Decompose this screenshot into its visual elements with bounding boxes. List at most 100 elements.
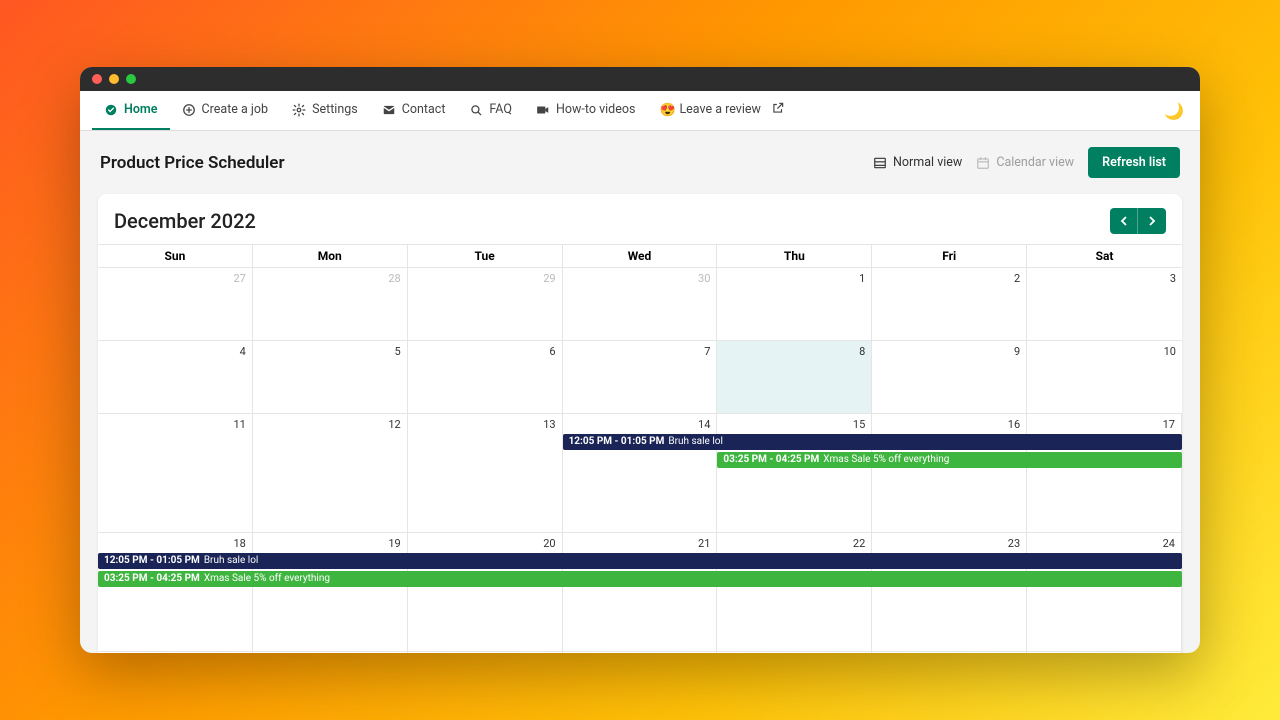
calendar-view-toggle[interactable]: Calendar view xyxy=(976,155,1074,170)
calendar-day[interactable]: 28 xyxy=(563,652,718,653)
list-icon xyxy=(873,156,887,170)
calendar-day[interactable]: 7 xyxy=(563,341,718,413)
event-time: 03:25 PM - 04:25 PM xyxy=(104,573,200,584)
dow-label: Wed xyxy=(563,245,718,268)
dow-label: Mon xyxy=(253,245,408,268)
calendar-week: 45678910 xyxy=(98,341,1182,414)
calendar-day[interactable]: 21 xyxy=(563,533,718,651)
plus-icon xyxy=(182,103,196,117)
calendar-day[interactable]: 3 xyxy=(1027,268,1182,340)
dow-label: Sat xyxy=(1027,245,1182,268)
external-link-icon xyxy=(771,101,785,119)
nav-tab-settings[interactable]: Settings xyxy=(280,91,370,130)
calendar-day[interactable]: 22 xyxy=(717,533,872,651)
nav-tab-how-to-videos[interactable]: How-to videos xyxy=(524,91,647,130)
calendar-day[interactable]: 30 xyxy=(872,652,1027,653)
nav-tab-faq[interactable]: FAQ xyxy=(457,91,524,130)
calendar-week: 27282930123 xyxy=(98,268,1182,341)
event-title: Xmas Sale 5% off everything xyxy=(204,573,330,584)
calendar-day[interactable]: 2 xyxy=(872,268,1027,340)
nav-tab-home[interactable]: Home xyxy=(92,91,170,130)
calendar-day[interactable]: 12 xyxy=(253,414,408,532)
next-month-button[interactable] xyxy=(1138,208,1166,234)
video-icon xyxy=(536,103,550,117)
calendar-day[interactable]: 25 xyxy=(98,652,253,653)
calendar-week: 1112131415161712:05 PM - 01:05 PMBruh sa… xyxy=(98,414,1182,533)
calendar-day[interactable]: 1 xyxy=(717,268,872,340)
event-title: Xmas Sale 5% off everything xyxy=(823,454,949,465)
calendar-day[interactable]: 13 xyxy=(408,414,563,532)
calendar-event[interactable]: 03:25 PM - 04:25 PM Xmas Sale 5% off ever… xyxy=(98,571,1182,587)
header-actions: Normal view Calendar view Refresh list xyxy=(873,147,1180,178)
calendar-day[interactable]: 17 xyxy=(1027,414,1182,532)
refresh-button[interactable]: Refresh list xyxy=(1088,147,1180,178)
calendar-event[interactable]: 12:05 PM - 01:05 PMBruh sale lol xyxy=(563,434,1182,450)
calendar-card: December 2022 SunMonTueWedThuFriSat 2728… xyxy=(98,194,1182,653)
month-nav xyxy=(1110,208,1166,234)
calendar-day[interactable]: 11 xyxy=(98,414,253,532)
calendar-day[interactable]: 28 xyxy=(253,268,408,340)
calendar-day[interactable]: 27 xyxy=(98,268,253,340)
calendar-grid: 27282930123456789101112131415161712:05 P… xyxy=(98,268,1182,653)
calendar-icon xyxy=(976,156,990,170)
gear-icon xyxy=(292,103,306,117)
event-time: 03:25 PM - 04:25 PM xyxy=(723,454,819,465)
calendar-day[interactable]: 19 xyxy=(253,533,408,651)
minimize-icon[interactable] xyxy=(109,74,119,84)
event-time: 12:05 PM - 01:05 PM xyxy=(104,555,200,566)
tab-label: Home xyxy=(124,102,158,117)
page-title: Product Price Scheduler xyxy=(100,153,285,173)
tab-label: Create a job xyxy=(202,102,269,117)
app-window: Home Create a job Settings Contact FAQ How-to… xyxy=(80,67,1200,653)
maximize-icon[interactable] xyxy=(126,74,136,84)
calendar-day[interactable]: 9 xyxy=(872,341,1027,413)
nav-tab-create-a-job[interactable]: Create a job xyxy=(170,91,281,130)
calendar-view-label: Calendar view xyxy=(996,155,1074,170)
calendar-day[interactable]: 29 xyxy=(408,268,563,340)
calendar-day[interactable]: 15 xyxy=(717,414,872,532)
calendar-day[interactable]: 26 xyxy=(253,652,408,653)
calendar-week: 1819202122232412:05 PM - 01:05 PMBruh sa… xyxy=(98,533,1182,652)
tab-label: FAQ xyxy=(489,102,512,117)
top-nav: Home Create a job Settings Contact FAQ How-to… xyxy=(80,91,1200,131)
close-icon[interactable] xyxy=(92,74,102,84)
calendar-event[interactable]: 03:25 PM - 04:25 PM Xmas Sale 5% off ever… xyxy=(717,452,1182,468)
calendar-day[interactable]: 4 xyxy=(98,341,253,413)
calendar-day[interactable]: 10 xyxy=(1027,341,1182,413)
normal-view-toggle[interactable]: Normal view xyxy=(873,155,962,170)
check-icon xyxy=(104,103,118,117)
tab-label: How-to videos xyxy=(556,102,635,117)
calendar-day[interactable]: 14 xyxy=(563,414,718,532)
calendar-day[interactable]: 16 xyxy=(872,414,1027,532)
calendar-day[interactable]: 31 xyxy=(1027,652,1182,653)
theme-toggle-icon[interactable]: 🌙 xyxy=(1164,101,1184,120)
dow-label: Thu xyxy=(717,245,872,268)
calendar-day[interactable]: 23 xyxy=(872,533,1027,651)
chevron-right-icon xyxy=(1148,216,1156,226)
dow-header: SunMonTueWedThuFriSat xyxy=(98,244,1182,268)
calendar-day[interactable]: 30 xyxy=(563,268,718,340)
mail-icon xyxy=(382,103,396,117)
calendar-day[interactable]: 27 xyxy=(408,652,563,653)
nav-tab-contact[interactable]: Contact xyxy=(370,91,458,130)
calendar-week: 2526272829303112:05 PM - 01:05 PMBruh sa… xyxy=(98,652,1182,653)
prev-month-button[interactable] xyxy=(1110,208,1138,234)
calendar-day[interactable]: 29 xyxy=(717,652,872,653)
calendar-day[interactable]: 8 xyxy=(717,341,872,413)
calendar-day[interactable]: 18 xyxy=(98,533,253,651)
nav-tab-leave-a-review[interactable]: 😍Leave a review xyxy=(647,91,796,130)
titlebar xyxy=(80,67,1200,91)
calendar-day[interactable]: 6 xyxy=(408,341,563,413)
dow-label: Sun xyxy=(98,245,253,268)
normal-view-label: Normal view xyxy=(893,155,962,170)
calendar-day[interactable]: 20 xyxy=(408,533,563,651)
dow-label: Tue xyxy=(408,245,563,268)
tab-label: Contact xyxy=(402,102,446,117)
dow-label: Fri xyxy=(872,245,1027,268)
tab-label: Settings xyxy=(312,102,358,117)
calendar-day[interactable]: 5 xyxy=(253,341,408,413)
calendar-day[interactable]: 24 xyxy=(1027,533,1182,651)
calendar-event[interactable]: 12:05 PM - 01:05 PMBruh sale lol xyxy=(98,553,1182,569)
calendar-header: December 2022 xyxy=(98,194,1182,244)
search-icon xyxy=(469,103,483,117)
